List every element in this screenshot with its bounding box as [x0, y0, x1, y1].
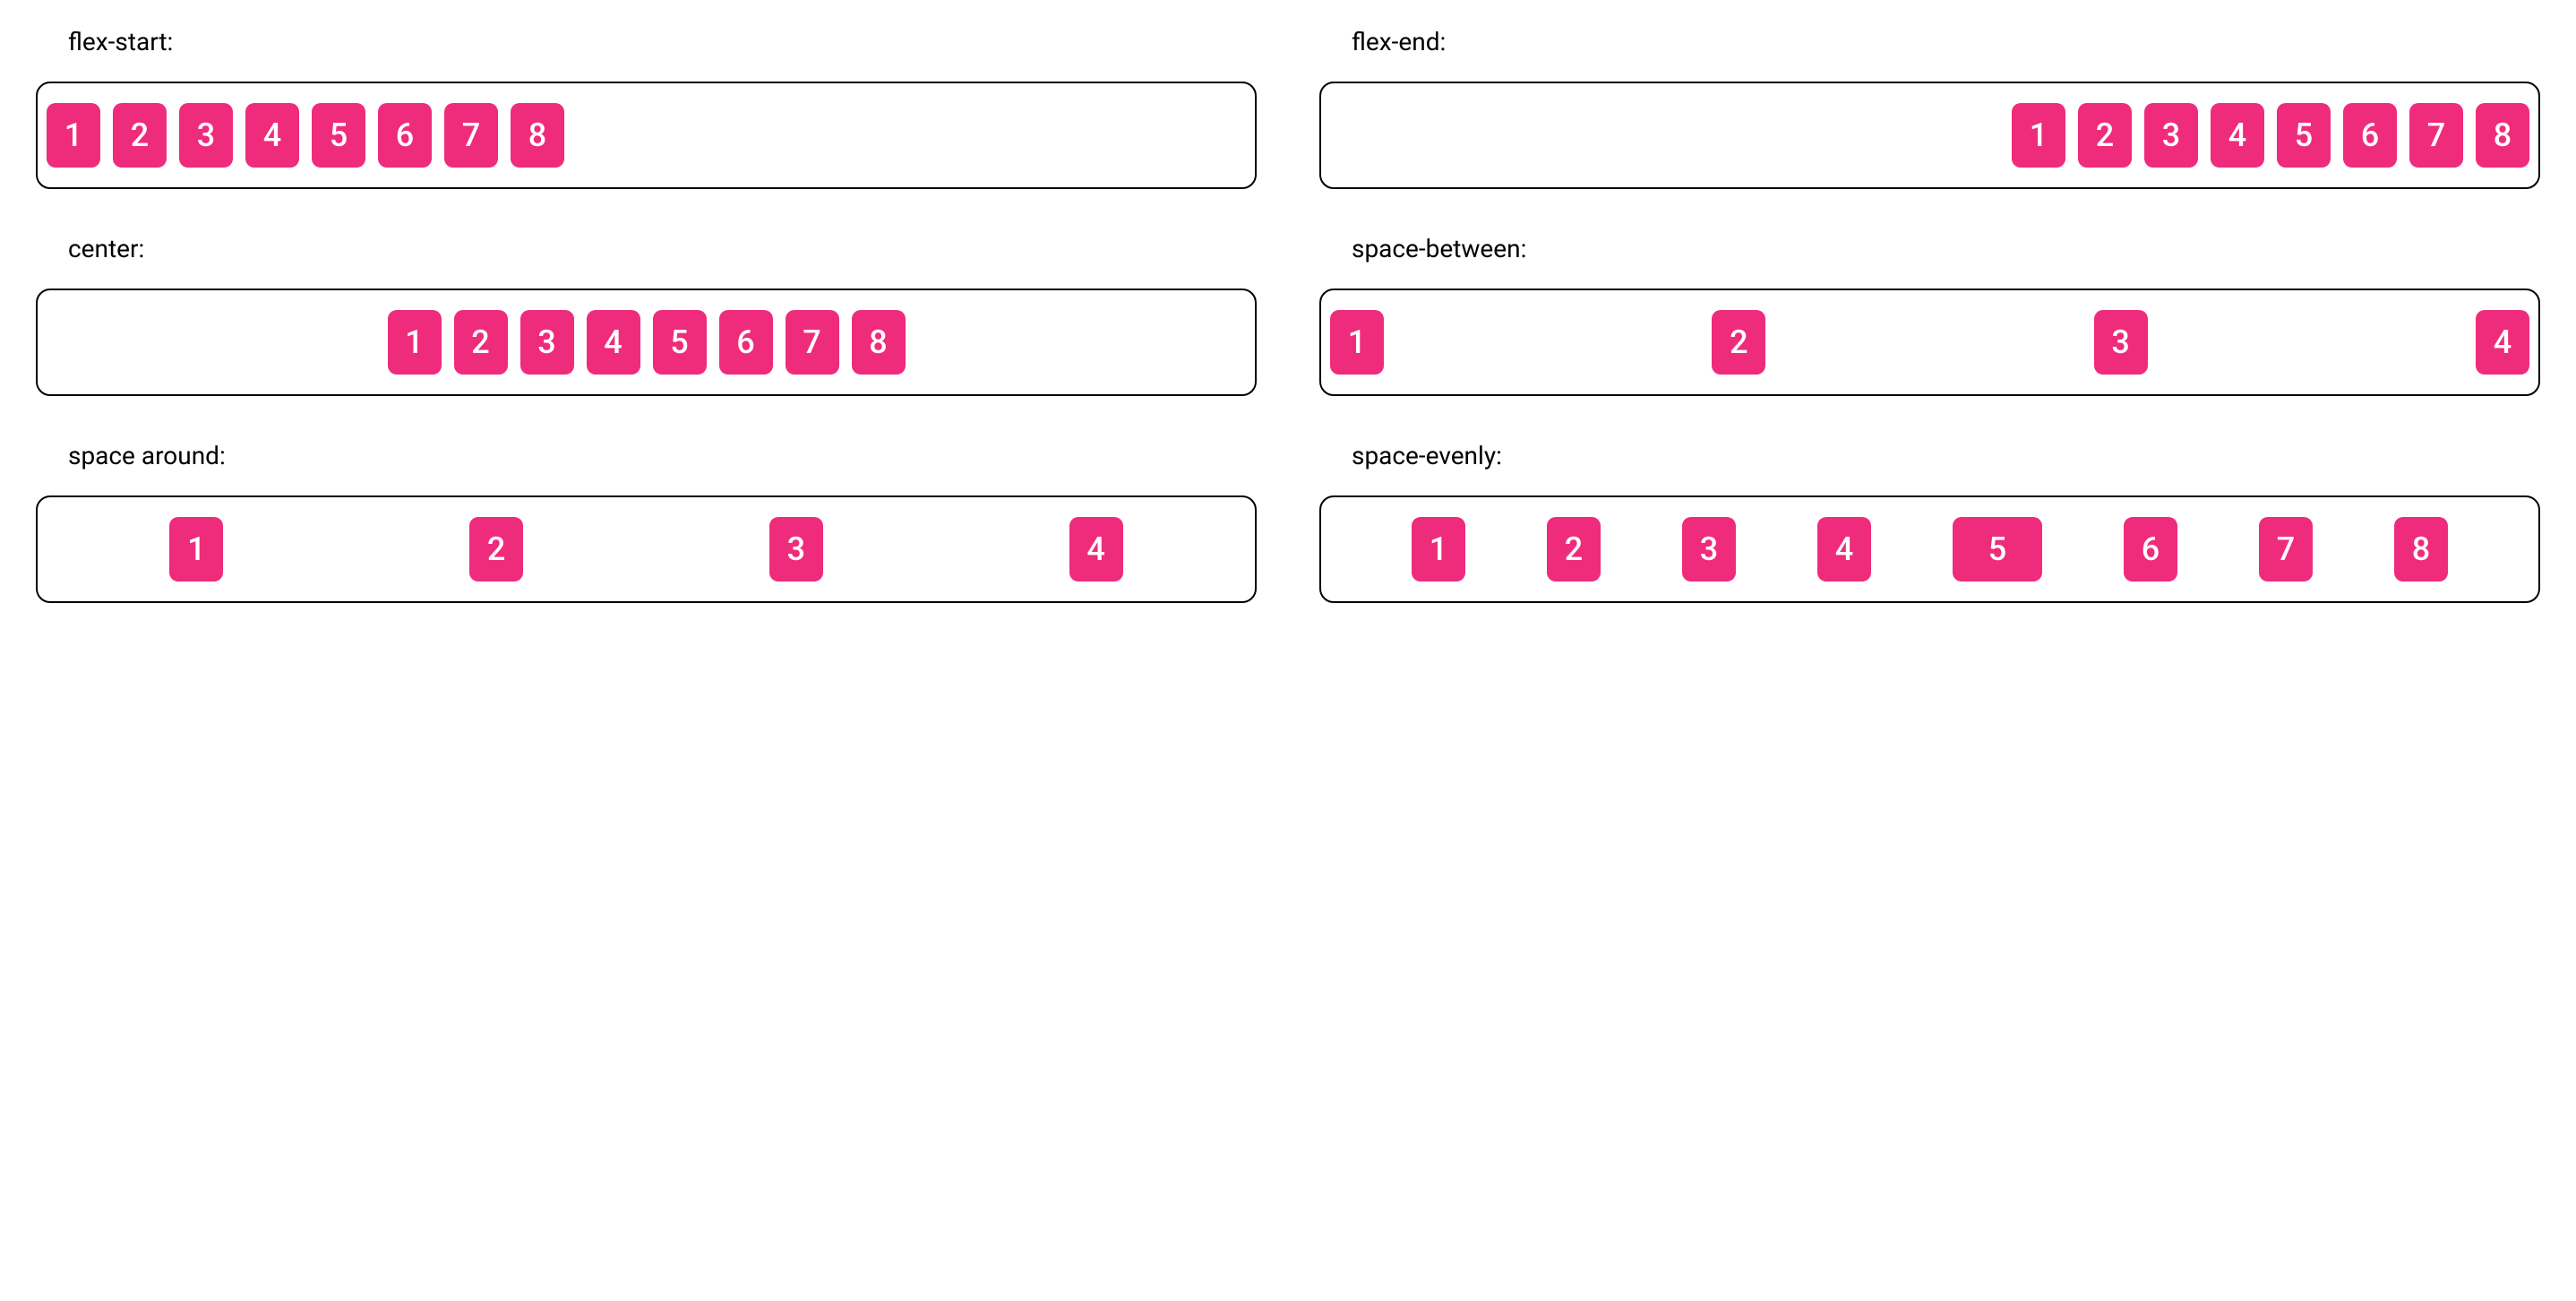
example-space-between: space-between: 1 2 3 4	[1319, 234, 2540, 396]
flex-item: 4	[1817, 517, 1871, 582]
flex-item: 8	[2394, 517, 2448, 582]
flex-item: 3	[1682, 517, 1736, 582]
flex-item: 7	[2259, 517, 2313, 582]
example-flex-start: flex-start: 1 2 3 4 5 6 7 8	[36, 27, 1257, 189]
example-space-around: space around: 1 2 3 4	[36, 441, 1257, 603]
flex-item: 1	[2012, 103, 2065, 168]
label-space-evenly: space-evenly:	[1352, 441, 2540, 470]
flex-item: 6	[719, 310, 773, 375]
label-flex-end: flex-end:	[1352, 27, 2540, 56]
label-center: center:	[68, 234, 1257, 263]
flex-item: 2	[454, 310, 508, 375]
container-flex-start: 1 2 3 4 5 6 7 8	[36, 82, 1257, 189]
example-space-evenly: space-evenly: 1 2 3 4 5 6 7 8	[1319, 441, 2540, 603]
flex-item: 2	[113, 103, 167, 168]
flex-item: 4	[587, 310, 640, 375]
flex-item: 2	[1712, 310, 1765, 375]
container-space-around: 1 2 3 4	[36, 495, 1257, 603]
flex-item: 3	[520, 310, 574, 375]
flex-item: 7	[2409, 103, 2463, 168]
flex-item: 1	[169, 517, 223, 582]
label-flex-start: flex-start:	[68, 27, 1257, 56]
flex-item: 8	[2476, 103, 2529, 168]
flex-item: 1	[1330, 310, 1384, 375]
label-space-around: space around:	[68, 441, 1257, 470]
flex-item: 1	[1412, 517, 1465, 582]
container-space-evenly: 1 2 3 4 5 6 7 8	[1319, 495, 2540, 603]
flex-justify-examples-grid: flex-start: 1 2 3 4 5 6 7 8 flex-end: 1 …	[36, 27, 2540, 603]
flex-item: 2	[469, 517, 523, 582]
flex-item: 3	[769, 517, 823, 582]
flex-item: 4	[1069, 517, 1123, 582]
label-space-between: space-between:	[1352, 234, 2540, 263]
flex-item: 1	[47, 103, 100, 168]
flex-item: 8	[511, 103, 564, 168]
flex-item: 2	[1547, 517, 1601, 582]
flex-item: 4	[245, 103, 299, 168]
flex-item: 6	[378, 103, 432, 168]
container-space-between: 1 2 3 4	[1319, 289, 2540, 396]
container-flex-end: 1 2 3 4 5 6 7 8	[1319, 82, 2540, 189]
flex-item: 6	[2124, 517, 2177, 582]
container-center: 1 2 3 4 5 6 7 8	[36, 289, 1257, 396]
flex-item: 3	[2094, 310, 2148, 375]
flex-item: 5	[653, 310, 707, 375]
flex-item-wide: 5	[1953, 517, 2042, 582]
flex-item: 7	[444, 103, 498, 168]
example-center: center: 1 2 3 4 5 6 7 8	[36, 234, 1257, 396]
flex-item: 3	[2144, 103, 2198, 168]
flex-item: 2	[2078, 103, 2132, 168]
flex-item: 6	[2343, 103, 2397, 168]
flex-item: 4	[2476, 310, 2529, 375]
flex-item: 5	[312, 103, 365, 168]
flex-item: 4	[2211, 103, 2264, 168]
flex-item: 1	[388, 310, 442, 375]
flex-item: 3	[179, 103, 233, 168]
flex-item: 5	[2277, 103, 2331, 168]
flex-item: 7	[786, 310, 839, 375]
flex-item: 8	[852, 310, 906, 375]
example-flex-end: flex-end: 1 2 3 4 5 6 7 8	[1319, 27, 2540, 189]
